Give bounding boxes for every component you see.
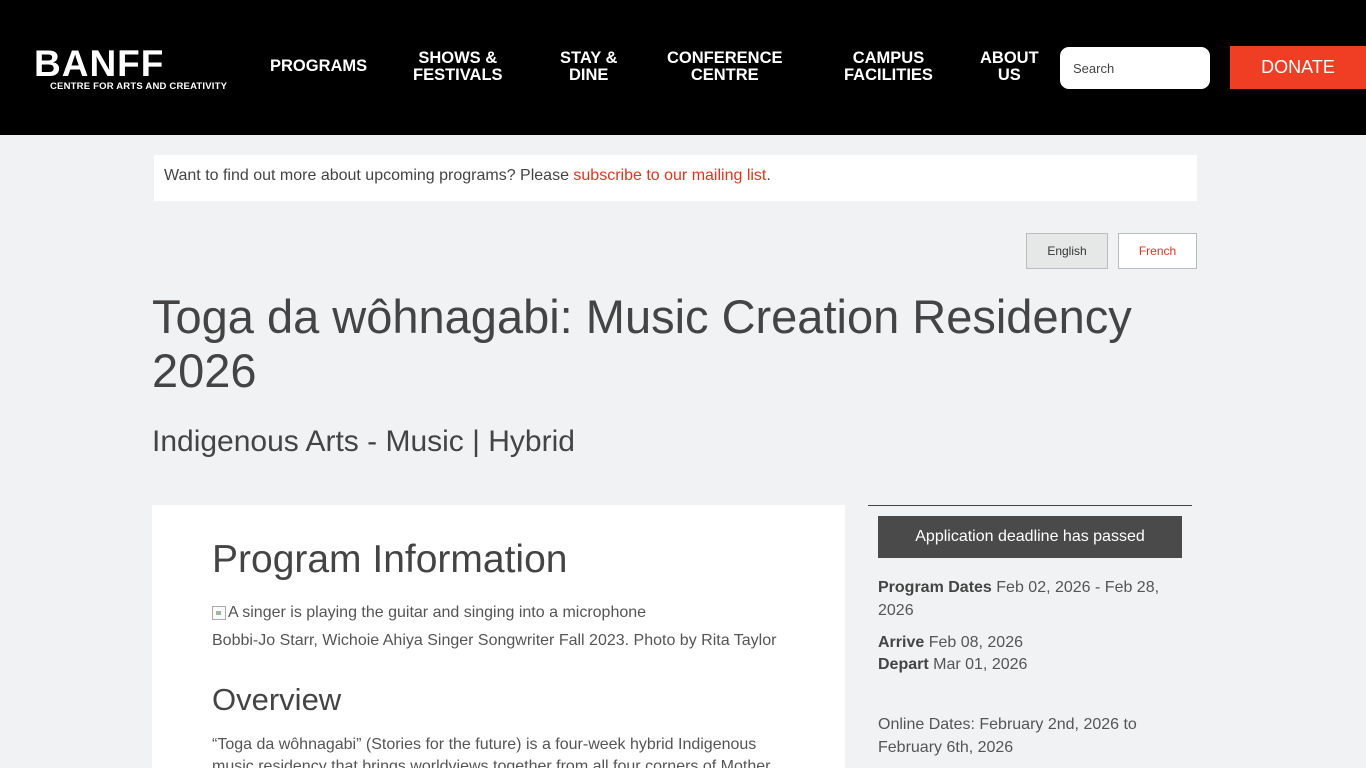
nav-campus-facilities-line1: CAMPUS — [852, 49, 925, 67]
subscribe-link[interactable]: subscribe to our mailing list — [573, 167, 766, 184]
arrive-value: Feb 08, 2026 — [924, 634, 1023, 651]
depart-value: Mar 01, 2026 — [928, 656, 1028, 673]
program-info-card: Program Information A singer is playing … — [152, 505, 845, 768]
nav-about-us-line1: ABOUT — [980, 49, 1039, 67]
image-alt-text: A singer is playing the guitar and singi… — [228, 604, 647, 621]
sidebar-divider — [868, 505, 1192, 506]
site-header: BANFF CENTRE FOR ARTS AND CREATIVITY PRO… — [0, 0, 1366, 135]
program-dates: Program Dates Feb 02, 2026 - Feb 28, 202… — [878, 577, 1178, 622]
program-image: A singer is playing the guitar and singi… — [212, 604, 646, 622]
page-subtitle: Indigenous Arts - Music | Hybrid — [152, 425, 575, 458]
nav-shows-festivals-line1: SHOWS & — [418, 49, 498, 67]
mailing-list-notice: Want to find out more about upcoming pro… — [154, 155, 1197, 201]
logo-wordmark: BANFF — [34, 43, 165, 84]
notice-text: Want to find out more about upcoming pro… — [164, 167, 574, 184]
overview-heading: Overview — [212, 682, 342, 717]
program-dates-label: Program Dates — [878, 579, 992, 596]
nav-programs-label: PROGRAMS — [270, 57, 368, 75]
nav-about-us-line2: US — [997, 66, 1021, 84]
broken-image-icon — [212, 606, 226, 620]
nav-campus-facilities-line2: FACILITIES — [844, 66, 933, 84]
notice-end: . — [766, 167, 771, 184]
nav-conference-centre[interactable]: CONFERENCE CENTRE — [667, 50, 783, 84]
nav-shows-festivals[interactable]: SHOWS & FESTIVALS — [413, 50, 503, 84]
logo-tagline: CENTRE FOR ARTS AND CREATIVITY — [50, 81, 228, 92]
nav-programs[interactable]: PROGRAMS — [270, 58, 367, 75]
nav-stay-dine-line2: DINE — [569, 66, 609, 84]
nav-stay-dine[interactable]: STAY & DINE — [560, 50, 617, 84]
nav-conference-centre-line2: CENTRE — [690, 66, 759, 84]
image-caption: Bobbi-Jo Starr, Wichoie Ahiya Singer Son… — [212, 632, 777, 649]
search-input[interactable] — [1060, 47, 1210, 89]
nav-stay-dine-line1: STAY & — [560, 49, 618, 67]
language-french-button[interactable]: French — [1118, 233, 1197, 269]
depart-label: Depart — [878, 656, 929, 673]
page-title: Toga da wôhnagabi: Music Creation Reside… — [152, 290, 1132, 397]
depart-date: Depart Mar 01, 2026 — [878, 654, 1178, 677]
overview-text: “Toga da wôhnagabi” (Stories for the fut… — [212, 736, 771, 768]
nav-conference-centre-line1: CONFERENCE — [667, 49, 783, 67]
online-dates: Online Dates: February 2nd, 2026 to Febr… — [878, 716, 1137, 756]
language-english-button[interactable]: English — [1026, 233, 1108, 269]
nav-campus-facilities[interactable]: CAMPUS FACILITIES — [844, 50, 933, 84]
nav-about-us[interactable]: ABOUT US — [980, 50, 1039, 84]
program-info-heading: Program Information — [212, 538, 568, 581]
arrive-label: Arrive — [878, 634, 925, 651]
banff-logo[interactable]: BANFF CENTRE FOR ARTS AND CREATIVITY — [34, 44, 244, 94]
donate-button[interactable]: DONATE — [1230, 46, 1366, 89]
arrive-date: Arrive Feb 08, 2026 — [878, 632, 1178, 655]
nav-shows-festivals-line2: FESTIVALS — [413, 66, 503, 84]
deadline-status-button[interactable]: Application deadline has passed — [878, 516, 1182, 558]
